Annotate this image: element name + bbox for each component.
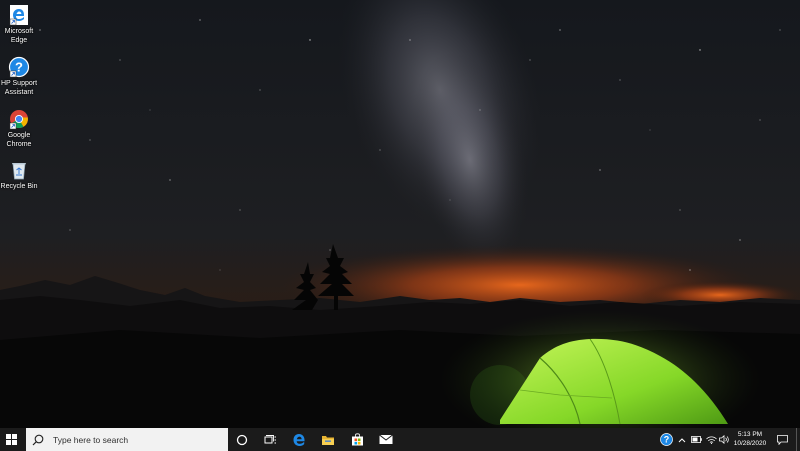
network-button[interactable] [704,428,718,451]
desktop-icon-recycle-bin[interactable]: Recycle Bin [0,159,38,192]
file-explorer-icon [322,435,334,445]
clock-time: 5:13 PM [737,431,763,438]
wifi-icon [705,436,717,444]
desktop-icon-edge[interactable]: Microsoft Edge [0,4,38,45]
show-hidden-icons-button[interactable] [676,428,688,451]
cortana-icon [236,434,248,445]
mail-icon [379,434,393,444]
edge-icon [8,4,30,26]
taskbar: Type here to search ? 5:13 PM 10/28/2020 [0,428,800,451]
recycle-bin-icon [8,159,30,181]
action-center-button[interactable] [774,428,790,451]
wallpaper [0,0,800,428]
store-icon [351,433,363,446]
desktop-icon-chrome[interactable]: Google Chrome [0,108,38,149]
svg-text:?: ? [663,435,669,445]
taskbar-edge-button[interactable] [285,428,313,451]
desktop-icon-label: Recycle Bin [0,183,38,190]
search-box[interactable]: Type here to search [26,428,228,451]
search-icon [32,434,44,445]
desktop[interactable]: Microsoft Edge ? HP Support Assistant Go… [0,0,800,428]
taskbar-mail-button[interactable] [372,428,400,451]
search-placeholder: Type here to search [53,434,129,445]
battery-button[interactable] [689,428,703,451]
desktop-icon-label: HP Support Assistant [0,80,38,96]
clock[interactable]: 5:13 PM 10/28/2020 [728,430,772,448]
chrome-icon [8,108,30,130]
tray-hp-support[interactable]: ? [658,428,674,451]
taskbar-store-button[interactable] [343,428,371,451]
windows-logo-icon [6,434,17,445]
task-view-button[interactable] [256,428,284,451]
chevron-up-icon [678,437,686,442]
clock-date: 10/28/2020 [733,440,767,447]
desktop-icon-label: Microsoft Edge [4,28,34,44]
desktop-icon-label: Google Chrome [6,132,32,148]
battery-icon [690,436,702,443]
task-view-icon [264,434,276,443]
desktop-icon-hp-support[interactable]: ? HP Support Assistant [0,56,38,97]
show-desktop-button[interactable] [796,428,800,451]
start-button[interactable] [0,428,23,451]
hp-support-icon: ? [659,433,673,446]
cortana-button[interactable] [228,428,256,451]
taskbar-file-explorer-button[interactable] [314,428,342,451]
hp-support-icon: ? [8,56,30,78]
notification-icon [776,434,788,445]
edge-icon [293,433,305,446]
